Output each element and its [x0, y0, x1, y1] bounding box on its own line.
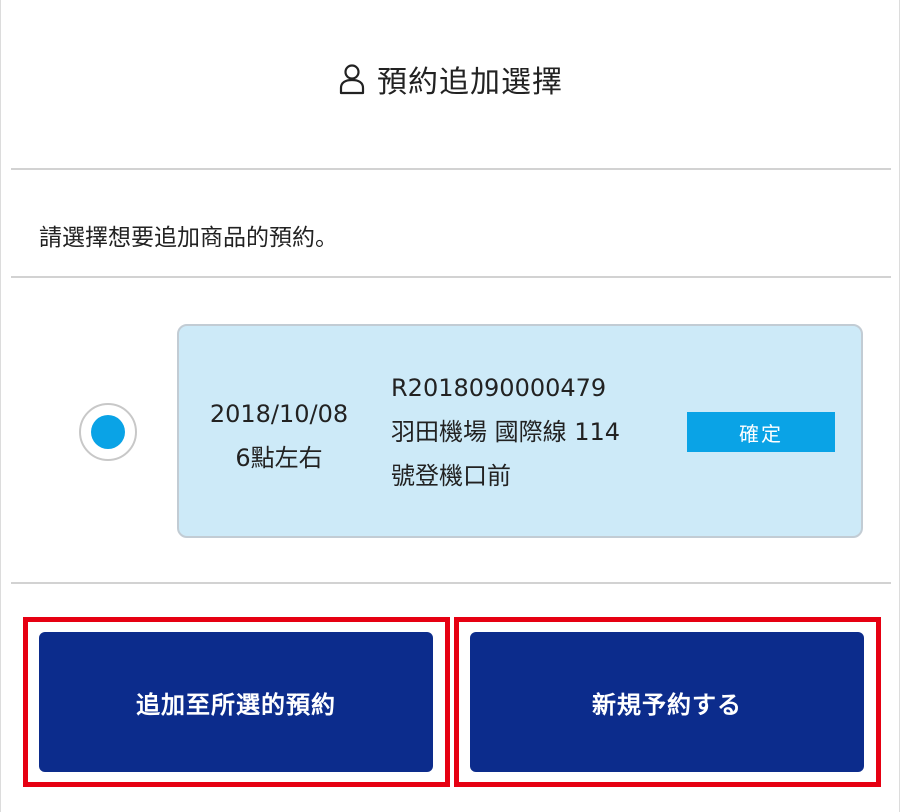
reservation-number: R2018090000479 [391, 374, 607, 402]
dialog-header: 預約追加選擇 [1, 0, 900, 170]
reservation-location-line1: 羽田機場 國際線 114 [391, 418, 621, 446]
page-title: 預約追加選擇 [377, 65, 563, 100]
divider-bottom [11, 582, 891, 584]
person-icon [339, 64, 365, 95]
page-frame: 預約追加選擇 請選擇想要追加商品的預約。 2018/10/08 6點左右 R20… [0, 0, 900, 812]
divider-middle [11, 276, 891, 278]
divider-top [11, 168, 891, 170]
status-badge: 確定 [687, 412, 835, 452]
reservation-datetime: 2018/10/08 6點左右 [179, 392, 379, 480]
header-title-group: 預約追加選擇 [339, 57, 563, 101]
radio-selected-dot [91, 415, 125, 449]
reservation-location-line2: 號登機口前 [391, 462, 511, 490]
reservation-details: R2018090000479 羽田機場 國際線 114 號登機口前 [391, 366, 620, 498]
instruction-text: 請選擇想要追加商品的預約。 [39, 225, 338, 251]
reservation-time: 6點左右 [235, 444, 323, 472]
reservation-date: 2018/10/08 [209, 400, 349, 428]
reservation-card[interactable]: 2018/10/08 6點左右 R2018090000479 羽田機場 國際線 … [177, 324, 863, 538]
reservation-radio-button[interactable] [79, 403, 137, 461]
add-to-selected-reservation-button[interactable]: 追加至所選的預約 [39, 632, 433, 772]
new-reservation-button[interactable]: 新規予約する [470, 632, 864, 772]
